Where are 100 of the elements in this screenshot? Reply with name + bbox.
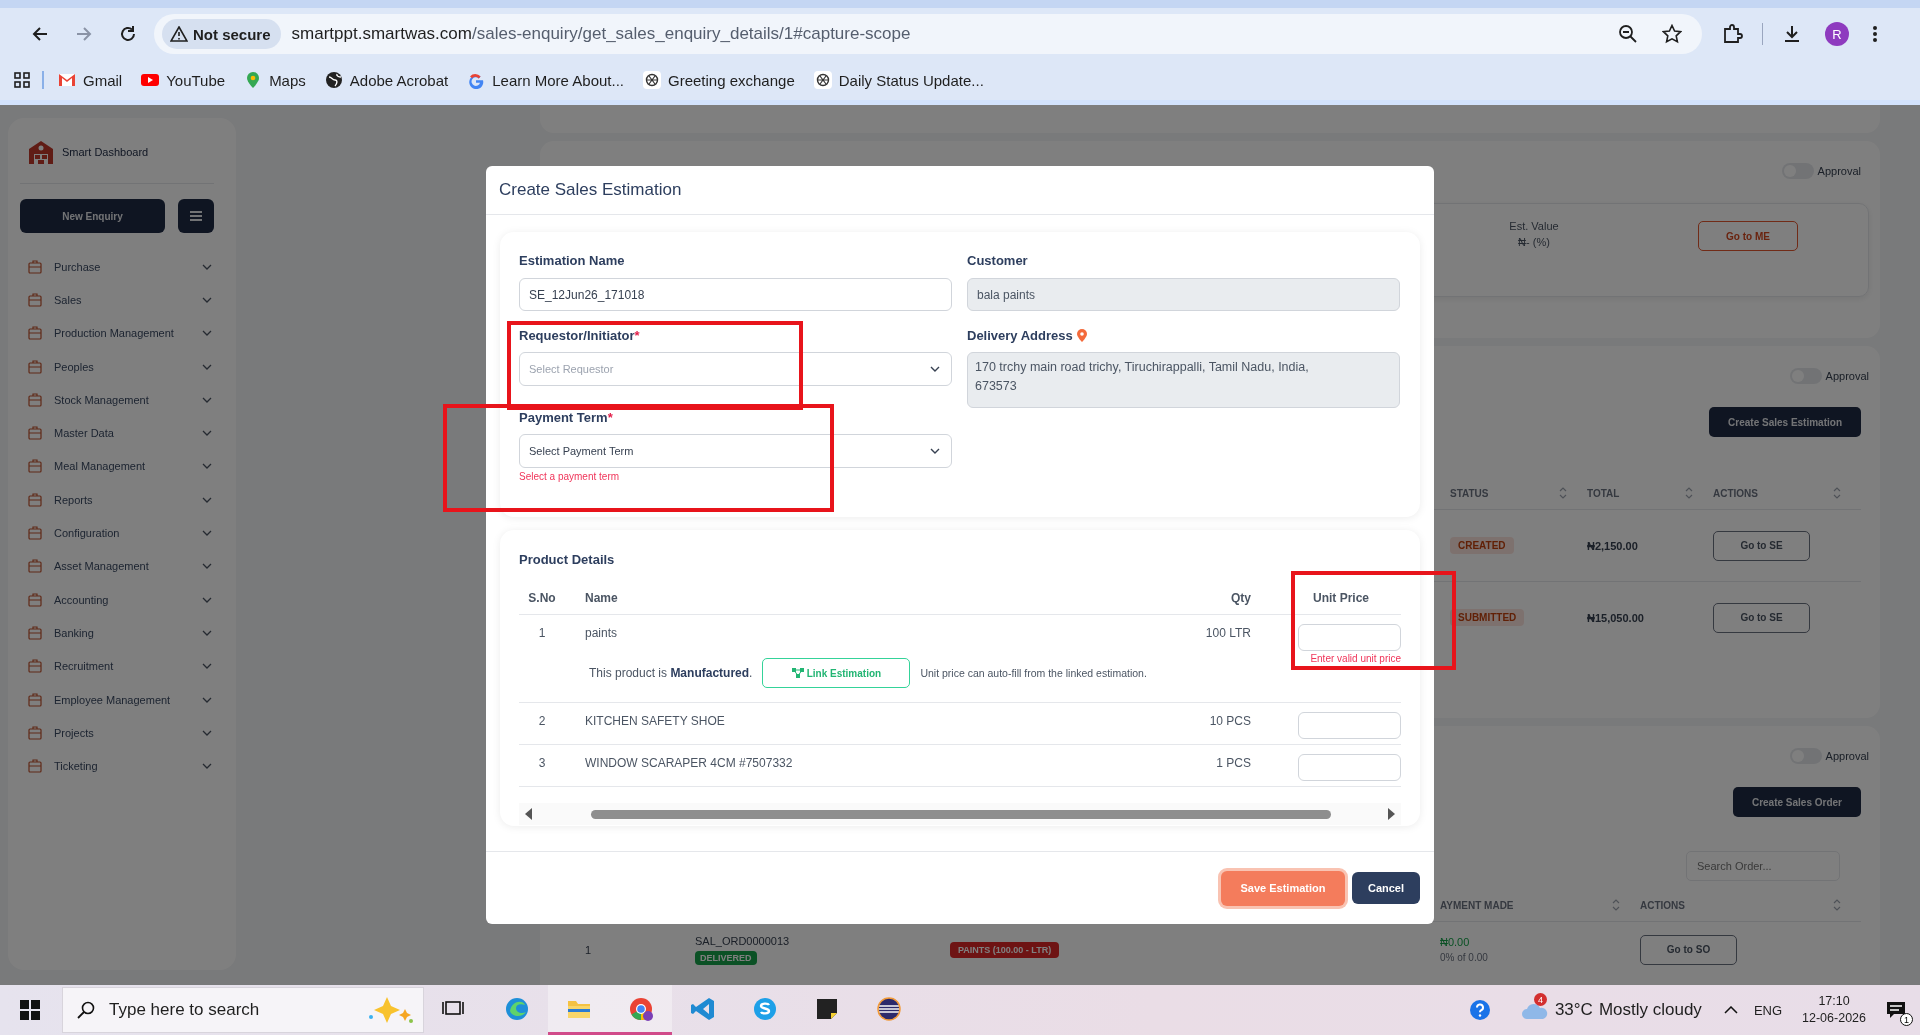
- bookmark[interactable]: Greeting exchange: [643, 69, 795, 91]
- field-label: Delivery Address: [967, 327, 1400, 343]
- chevron-down-icon: [930, 366, 940, 372]
- sidebar-item[interactable]: Projects: [20, 719, 214, 747]
- sidebar-item[interactable]: Asset Management: [20, 552, 214, 580]
- new-enquiry-button[interactable]: New Enquiry: [20, 199, 165, 233]
- address-field: 170 trchy main road trichy, Tiruchirappalli, Tamil Nadu, India, 673573: [967, 352, 1400, 408]
- sidebar-item[interactable]: Ticketing: [20, 752, 214, 780]
- column-header: Unit Price: [1312, 590, 1370, 605]
- field-label: Requestor/Initiator*: [519, 327, 641, 343]
- sidebar-item[interactable]: Meal Management: [20, 452, 214, 481]
- create-button[interactable]: Create Sales Order: [1732, 787, 1861, 817]
- url-text: smartppt.smartwas.com/sales-enquiry/get_sales_enquiry_details/1#capture-scope: [291, 24, 911, 44]
- note-text: 0% of 0.00: [1440, 952, 1488, 963]
- toggle-label: Approval: [1825, 750, 1869, 762]
- chevron-down-icon: [202, 330, 212, 337]
- notification-icon[interactable]: [1886, 1001, 1906, 1019]
- module-icon: [28, 625, 42, 640]
- module-icon: [28, 759, 42, 774]
- save-button[interactable]: Save Estimation: [1221, 870, 1345, 906]
- zoom-icon[interactable]: [1618, 24, 1638, 44]
- label: Est. Value: [1508, 219, 1560, 234]
- chevron-down-icon: [202, 363, 212, 370]
- create-button[interactable]: Create Sales Estimation: [1709, 407, 1861, 437]
- sidebar-item[interactable]: Employee Management: [20, 685, 214, 714]
- amount-text: ₦0.00: [1440, 936, 1470, 948]
- table-cell: ₦15,050.00: [1587, 611, 1644, 624]
- chat-icon: [752, 995, 778, 1022]
- table-cell-text: 1 PCS: [1215, 755, 1252, 770]
- select-field[interactable]: Select Requestor: [519, 352, 952, 386]
- go-to-button[interactable]: Go to ME: [1698, 221, 1798, 251]
- language-indicator[interactable]: ENG: [1753, 1002, 1783, 1018]
- profile-avatar[interactable]: R: [1825, 22, 1849, 46]
- bookmark[interactable]: YouTube: [141, 69, 226, 91]
- scroll-right-icon[interactable]: [1387, 808, 1395, 820]
- clock-date[interactable]: 12-06-2026: [1802, 1010, 1866, 1027]
- puzzle-icon[interactable]: [1722, 23, 1744, 45]
- module-icon: [28, 259, 42, 274]
- search-bar[interactable]: Type here to search: [62, 987, 424, 1033]
- apps-grid-icon[interactable]: [14, 72, 30, 88]
- table-cell: ₦2,150.00: [1587, 539, 1638, 552]
- sidebar-item[interactable]: Recruitment: [20, 652, 214, 680]
- windows-icon[interactable]: [20, 1000, 40, 1020]
- sidebar-item[interactable]: Configuration: [20, 519, 214, 547]
- search-field[interactable]: Search Order...: [1686, 851, 1840, 881]
- scrollbar-thumb[interactable]: [591, 809, 1331, 819]
- taskbar-app[interactable]: [610, 985, 672, 1035]
- bookmark[interactable]: Daily Status Update...: [813, 69, 984, 91]
- sidebar-item[interactable]: Accounting: [20, 585, 214, 614]
- menu-icon: [190, 211, 202, 221]
- price-field[interactable]: [1298, 624, 1401, 651]
- chevron-down-icon: [202, 663, 212, 670]
- scroll-left-icon[interactable]: [525, 808, 533, 820]
- more-icon[interactable]: [1871, 24, 1879, 44]
- go-to-button[interactable]: Go to SE: [1713, 530, 1810, 561]
- column-header: ACTIONS: [1640, 899, 1685, 911]
- input-field[interactable]: SE_12Jun26_171018: [519, 278, 952, 311]
- bookmark[interactable]: Learn More About...: [467, 69, 624, 91]
- sidebar-item[interactable]: Purchase: [20, 253, 214, 281]
- bookmark[interactable]: Adobe Acrobat: [324, 69, 449, 91]
- chevron-up-icon[interactable]: [1723, 1006, 1738, 1014]
- notification-badge: 4: [1533, 993, 1547, 1006]
- weather-widget[interactable]: 4 33°C Mostly cloudy: [1520, 988, 1702, 1032]
- star-icon[interactable]: [1662, 24, 1682, 44]
- field-label: Estimation Name: [519, 252, 626, 268]
- sidebar-item[interactable]: Stock Management: [20, 386, 214, 414]
- sidebar-item[interactable]: Peoples: [20, 352, 214, 381]
- go-to-button[interactable]: Go to SE: [1713, 602, 1810, 633]
- sidebar-item[interactable]: Reports: [20, 486, 214, 514]
- menu-button[interactable]: [178, 199, 214, 233]
- search-field[interactable]: Type here to search: [107, 999, 307, 1021]
- module-icon: [28, 725, 42, 740]
- hierarchy-icon: [791, 668, 804, 678]
- link-estimation-button[interactable]: Link Estimation: [762, 658, 911, 688]
- sidebar-item[interactable]: Banking: [20, 619, 214, 647]
- module-icon: [28, 692, 42, 707]
- status-badge: CREATED: [1450, 537, 1514, 554]
- sidebar-item[interactable]: Production Management: [20, 319, 214, 347]
- price-field[interactable]: [1298, 754, 1401, 781]
- help-icon[interactable]: [1468, 999, 1491, 1021]
- table-cell-text: WINDOW SCARAPER 4CM #7507332: [584, 755, 794, 770]
- sidebar-item[interactable]: Master Data: [20, 419, 214, 447]
- chevron-down-icon: [202, 463, 212, 470]
- value-text: ₦- (%): [1517, 235, 1551, 250]
- bookmark[interactable]: Gmail: [58, 69, 123, 91]
- module-icon: [28, 426, 42, 441]
- reload-icon[interactable]: [118, 24, 138, 44]
- clock-time[interactable]: 17:10: [1818, 993, 1850, 1010]
- go-to-button[interactable]: Go to SO: [1640, 934, 1737, 965]
- security-chip[interactable]: Not secure: [162, 19, 281, 49]
- module-icon: [28, 592, 42, 607]
- note-text: This product is Manufactured.: [589, 666, 753, 680]
- price-field[interactable]: [1298, 712, 1401, 739]
- sidebar-item[interactable]: Sales: [20, 286, 214, 314]
- bookmark[interactable]: Maps: [244, 69, 306, 91]
- chevron-down-icon: [202, 296, 212, 303]
- select-field[interactable]: Select Payment Term: [519, 434, 952, 468]
- address-bar[interactable]: Not secure smartppt.smartwas.com/sales-enquiry/get_sales_enquiry_details/1#capture-scope: [154, 14, 1702, 54]
- cancel-button[interactable]: Cancel: [1352, 872, 1420, 904]
- table-cell-text: KITCHEN SAFETY SHOE: [584, 713, 726, 728]
